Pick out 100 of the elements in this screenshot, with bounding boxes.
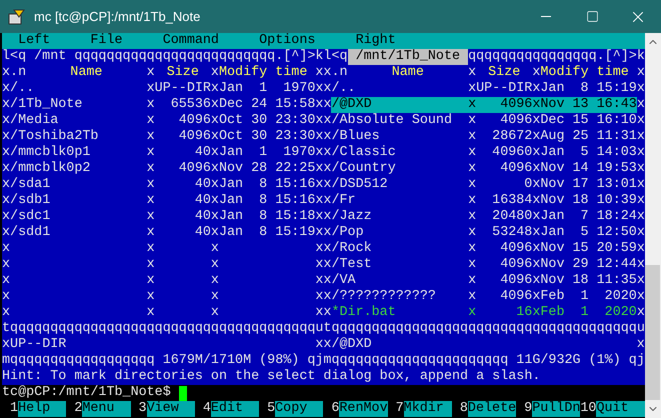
file-row[interactable]: *Dir.bat x 16xFeb 1 2020 bbox=[331, 305, 637, 321]
file-row[interactable]: /sdd1 x 40xJan 8 15:19 bbox=[10, 225, 316, 241]
frame-char: x bbox=[468, 209, 476, 225]
file-name: /.. bbox=[10, 81, 34, 97]
file-row[interactable]: /Blues x 28672xAug 25 11:31 bbox=[331, 129, 637, 145]
file-date: Jan 8 15:19 bbox=[218, 225, 316, 241]
frame-char: x bbox=[323, 65, 332, 81]
file-name: /sdd1 bbox=[10, 225, 50, 241]
frame-char: x bbox=[636, 241, 645, 257]
file-row[interactable]: /@DXD x 4096xNov 13 16:43 bbox=[331, 97, 637, 113]
function-key[interactable]: Mkdir bbox=[404, 401, 452, 417]
file-row[interactable]: /.. xUP--DIRxJan 8 15:19 bbox=[331, 81, 637, 97]
file-row[interactable]: x x bbox=[10, 273, 316, 289]
file-row[interactable]: x x bbox=[10, 257, 316, 273]
file-row[interactable]: /???????????? x 4096xFeb 1 2020 bbox=[331, 289, 637, 305]
file-size: 4096 bbox=[500, 241, 532, 257]
file-row[interactable]: /sda1 x 40xJan 8 15:16 bbox=[10, 177, 316, 193]
app-icon bbox=[8, 8, 26, 26]
file-name: /Pop bbox=[331, 225, 364, 241]
file-row[interactable]: /Absolute Sound x 4096xDec 15 16:10 bbox=[331, 113, 637, 129]
frame-char: x bbox=[532, 81, 540, 97]
file-name: /???????????? bbox=[331, 289, 436, 305]
menu-item[interactable]: Command bbox=[162, 33, 219, 49]
frame-char: x bbox=[210, 97, 219, 113]
function-key[interactable]: Help bbox=[18, 401, 66, 417]
function-key[interactable]: PullDn bbox=[532, 401, 580, 417]
file-row[interactable]: /Pop x 53248xJan 5 12:50 bbox=[331, 225, 637, 241]
file-date: Nov 15 20:59 bbox=[540, 241, 637, 257]
file-date: Jan 8 15:19 bbox=[540, 81, 637, 97]
frame-char: x bbox=[2, 129, 10, 145]
frame-char: x bbox=[146, 177, 155, 193]
function-key[interactable]: View bbox=[146, 401, 195, 417]
file-row[interactable]: /Classic x 40960xJan 5 14:03 bbox=[331, 145, 637, 161]
frame-char: x bbox=[210, 241, 219, 257]
frame-char: x bbox=[468, 97, 476, 113]
file-row[interactable]: /Media x 4096xOct 30 23:30 bbox=[10, 113, 316, 129]
frame-char: x bbox=[315, 305, 324, 321]
file-size: 4096 bbox=[500, 113, 532, 129]
frame-char: x bbox=[532, 305, 540, 321]
frame-char: x bbox=[315, 161, 324, 177]
file-row[interactable]: /1Tb_Note x 65536xDec 24 15:58 bbox=[10, 97, 316, 113]
file-row[interactable]: x x bbox=[10, 289, 316, 305]
frame-char: x bbox=[323, 241, 332, 257]
frame-char: x bbox=[210, 113, 219, 129]
status-text: UP--DIR bbox=[10, 337, 66, 353]
function-key[interactable]: Edit bbox=[210, 401, 260, 417]
frame-char: x bbox=[468, 241, 476, 257]
file-row[interactable]: /Test x 4096xNov 29 12:44 bbox=[331, 257, 637, 273]
sort-indicator: .n bbox=[331, 65, 348, 81]
file-name: /Classic bbox=[331, 145, 396, 161]
menu-item[interactable]: Right bbox=[356, 33, 396, 49]
file-row[interactable]: /DSD512 x 0xNov 17 13:01 bbox=[331, 177, 637, 193]
frame-char: x bbox=[636, 273, 645, 289]
scrollbar[interactable] bbox=[644, 33, 661, 418]
frame-char: x bbox=[323, 273, 332, 289]
file-date: Jan 8 15:18 bbox=[218, 209, 316, 225]
frame-char: x bbox=[315, 273, 324, 289]
file-row[interactable]: /Rock x 4096xNov 15 20:59 bbox=[331, 241, 637, 257]
frame-char: x bbox=[2, 289, 10, 305]
frame-char: x bbox=[323, 209, 332, 225]
file-row[interactable]: /Fr x 16384xNov 18 10:39 bbox=[331, 193, 637, 209]
file-row[interactable]: /Jazz x 20480xJan 7 18:24 bbox=[331, 209, 637, 225]
file-name: /DSD512 bbox=[331, 177, 388, 193]
function-key[interactable]: Delete bbox=[468, 401, 516, 417]
frame-char: x bbox=[2, 337, 10, 353]
file-row[interactable]: /Toshiba2Tb x 4096xOct 30 23:30 bbox=[10, 129, 316, 145]
file-name: /Jazz bbox=[331, 209, 372, 225]
scrollbar-thumb[interactable] bbox=[645, 265, 660, 400]
file-row[interactable]: /.. xUP--DIRxJan 1 1970 bbox=[10, 81, 316, 97]
function-key[interactable]: Copy bbox=[275, 401, 324, 417]
function-key[interactable]: Quit bbox=[596, 401, 645, 417]
frame-char: x bbox=[532, 161, 540, 177]
function-key[interactable]: RenMov bbox=[339, 401, 388, 417]
menu-item[interactable]: Left bbox=[18, 33, 50, 49]
file-size: 0 bbox=[524, 177, 532, 193]
file-row[interactable]: /sdc1 x 40xJan 8 15:18 bbox=[10, 209, 316, 225]
file-row[interactable]: /mmcblk0p2 x 4096xNov 28 22:25 bbox=[10, 161, 316, 177]
file-row[interactable]: x x bbox=[10, 305, 316, 321]
frame-char: x bbox=[532, 145, 540, 161]
frame-char: x bbox=[315, 241, 324, 257]
frame-char: x bbox=[2, 81, 10, 97]
window-title: mc [tc@pCP]:/mnt/1Tb_Note bbox=[34, 8, 200, 26]
file-name: /Test bbox=[331, 257, 372, 273]
file-row[interactable]: /mmcblk0p1 x 40xJan 1 1970 bbox=[10, 145, 316, 161]
frame-char: x bbox=[636, 145, 645, 161]
key-number: 4 bbox=[202, 401, 211, 417]
menu-item[interactable]: Options bbox=[259, 33, 316, 49]
file-row[interactable]: /Country x 4096xNov 14 19:53 bbox=[331, 161, 637, 177]
frame-char: x bbox=[210, 209, 219, 225]
menu-item[interactable]: File bbox=[90, 33, 123, 49]
status-text: /@DXD bbox=[331, 337, 372, 353]
file-date: Oct 30 23:30 bbox=[218, 113, 316, 129]
maximize-icon bbox=[586, 10, 598, 23]
file-row[interactable]: x x bbox=[10, 241, 316, 257]
frame-char: x bbox=[636, 257, 645, 273]
file-row[interactable]: /VA x 4096xNov 18 11:35 bbox=[331, 273, 637, 289]
file-row[interactable]: /sdb1 x 40xJan 8 15:16 bbox=[10, 193, 316, 209]
file-size: 28672 bbox=[492, 129, 532, 145]
function-key[interactable]: Menu bbox=[82, 401, 131, 417]
file-date: Jan 1 1970 bbox=[218, 81, 316, 97]
